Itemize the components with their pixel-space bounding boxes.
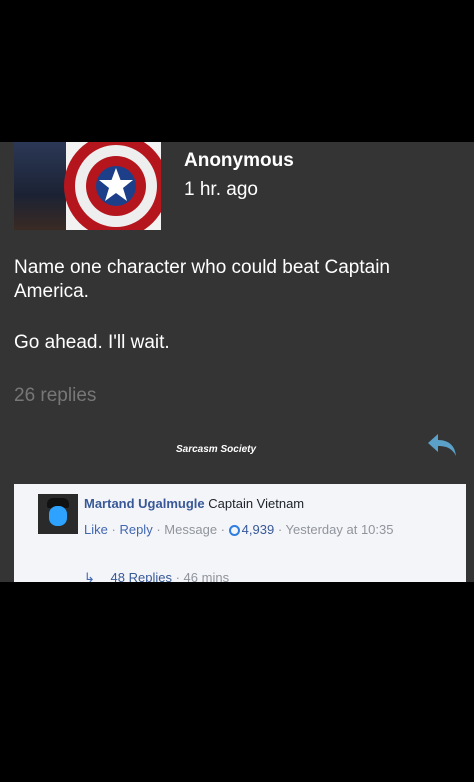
poster-avatar[interactable] bbox=[14, 142, 161, 230]
separator: · bbox=[111, 522, 116, 537]
post-author[interactable]: Anonymous bbox=[184, 150, 294, 172]
reaction-icon bbox=[228, 525, 240, 536]
separator: · bbox=[175, 570, 184, 582]
message-button[interactable]: Message bbox=[164, 522, 217, 537]
like-button[interactable]: Like bbox=[84, 522, 108, 537]
reaction-count[interactable]: 4,939 bbox=[242, 522, 275, 537]
commenter-avatar[interactable] bbox=[38, 494, 78, 534]
reply-arrow-icon: ↳ bbox=[84, 570, 95, 582]
post-text: Name one character who could beat Captai… bbox=[14, 257, 391, 302]
watermark: Sarcasm Society bbox=[176, 444, 257, 455]
comment-timestamp: Yesterday at 10:35 bbox=[285, 522, 394, 537]
comment-author[interactable]: Martand Ugalmugle bbox=[84, 496, 205, 511]
separator: · bbox=[277, 522, 283, 537]
replies-time: 46 mins bbox=[183, 570, 230, 582]
comment-body: Martand Ugalmugle Captain Vietnam bbox=[84, 496, 304, 511]
comment-actions: Like · Reply · Message · 4,939 · Yesterd… bbox=[84, 520, 454, 539]
comment-panel: Martand Ugalmugle Captain Vietnam Like ·… bbox=[14, 484, 466, 582]
separator: · bbox=[156, 522, 161, 537]
comment-replies-row[interactable]: ↳ 48 Replies · 46 mins bbox=[84, 570, 229, 582]
share-icon[interactable] bbox=[426, 432, 458, 458]
view-replies-link[interactable]: 48 Replies bbox=[111, 570, 172, 582]
post-text-secondary: Go ahead. I'll wait. bbox=[14, 332, 170, 353]
reply-button[interactable]: Reply bbox=[119, 522, 152, 537]
post-time: 1 hr. ago bbox=[184, 179, 258, 200]
comment-text: Captain Vietnam bbox=[208, 496, 305, 511]
replies-count[interactable]: 26 replies bbox=[14, 385, 96, 407]
separator: · bbox=[220, 522, 226, 537]
post-card: Anonymous 1 hr. ago Name one character w… bbox=[0, 142, 474, 582]
captain-shield-icon bbox=[64, 142, 161, 230]
avatar-face bbox=[49, 506, 67, 526]
